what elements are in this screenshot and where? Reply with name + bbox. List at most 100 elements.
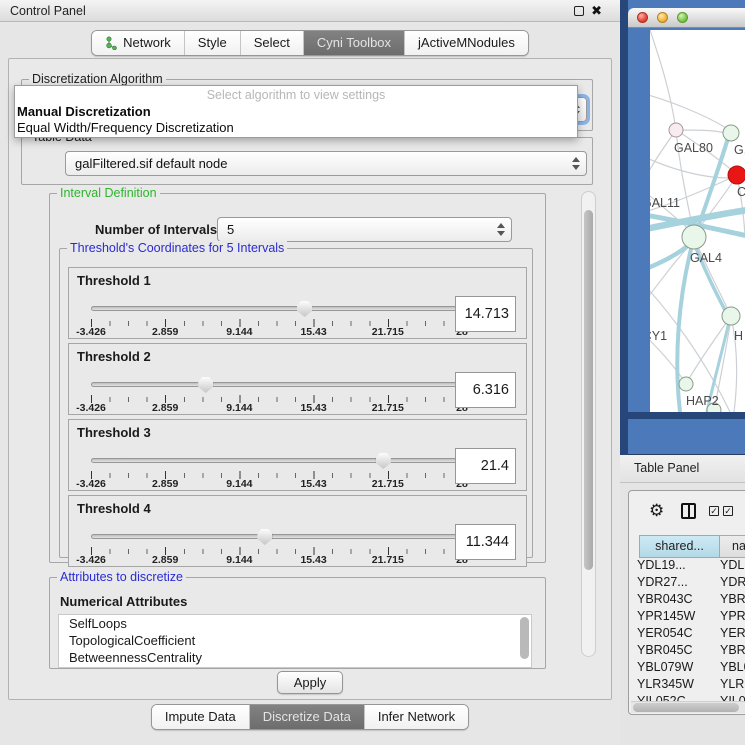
column-layout-icon[interactable] (681, 503, 696, 519)
table-row[interactable]: YDL19...YDL1 (629, 558, 745, 575)
slider-track[interactable] (91, 306, 461, 311)
gear-icon[interactable]: ⚙ (649, 501, 664, 521)
threshold-slider[interactable] (91, 377, 461, 393)
tick-labels: -3.4262.8599.14415.4321.71528 (91, 478, 462, 490)
threshold-slider[interactable] (91, 453, 461, 469)
thresholds-group: Threshold's Coordinates for 5 Intervals … (59, 248, 533, 558)
slider-track[interactable] (91, 382, 461, 387)
tab-jactivemnodules[interactable]: jActiveMNodules (404, 31, 528, 55)
cell-name[interactable]: YDR2 (716, 575, 745, 592)
cell-name[interactable]: YPR1 (716, 609, 745, 626)
cell-name[interactable]: YDL1 (716, 558, 745, 575)
slider-thumb[interactable] (376, 453, 391, 469)
table-row[interactable]: YDR27...YDR2 (629, 575, 745, 592)
threshold-value[interactable]: 11.344 (455, 524, 516, 560)
num-intervals-combo[interactable]: 5 (217, 217, 512, 242)
cell-name[interactable]: YBR0 (716, 643, 745, 660)
numerical-attributes-list[interactable]: SelfLoopsTopologicalCoefficientBetweenne… (58, 614, 532, 668)
tab-discretize-data[interactable]: Discretize Data (249, 705, 364, 729)
settings-scrollbar-thumb[interactable] (584, 210, 593, 570)
tab-network[interactable]: Network (92, 31, 184, 55)
tab-infer-network[interactable]: Infer Network (364, 705, 468, 729)
checkbox-icon[interactable]: ✓ (709, 506, 719, 516)
node-top-right[interactable] (723, 125, 739, 141)
cell-name[interactable]: YBR0 (716, 592, 745, 609)
tick-label: 21.715 (372, 554, 404, 566)
threshold-value[interactable]: 21.4 (455, 448, 516, 484)
dropdown-option-manual[interactable]: Manual Discretization (15, 104, 577, 120)
cell-shared-name[interactable]: YBR043C (629, 592, 716, 609)
slider-thumb[interactable] (297, 301, 312, 317)
close-traffic-light-icon[interactable] (637, 12, 648, 23)
cell-name[interactable]: YER0 (716, 626, 745, 643)
cell-shared-name[interactable]: YER054C (629, 626, 716, 643)
table-row[interactable]: YER054CYER0 (629, 626, 745, 643)
label-h-partial: H (734, 329, 743, 343)
close-icon[interactable]: ✖ (591, 5, 602, 16)
tab-network-label: Network (123, 35, 171, 50)
tick-labels: -3.4262.8599.14415.4321.71528 (91, 402, 462, 414)
slider-thumb[interactable] (257, 529, 272, 545)
table-row[interactable]: YBL079WYBL0 (629, 660, 745, 677)
cell-name[interactable]: YBL0 (716, 660, 745, 677)
threshold-value[interactable]: 6.316 (455, 372, 516, 408)
cell-shared-name[interactable]: YBL079W (629, 660, 716, 677)
settings-scrollbar[interactable] (581, 191, 596, 657)
tick-label: 2.859 (152, 478, 178, 490)
node-h[interactable] (722, 307, 740, 325)
threshold-value[interactable]: 14.713 (455, 296, 516, 332)
minimize-traffic-light-icon[interactable] (657, 12, 668, 23)
cell-shared-name[interactable]: YDR27... (629, 575, 716, 592)
cell-shared-name[interactable]: YPR145W (629, 609, 716, 626)
table-hscrollbar-thumb[interactable] (633, 703, 739, 712)
cell-shared-name[interactable]: YBR045C (629, 643, 716, 660)
dropdown-option-equal-width[interactable]: Equal Width/Frequency Discretization (15, 120, 577, 136)
table-hscrollbar[interactable] (631, 701, 745, 713)
cell-shared-name[interactable]: YLR345W (629, 677, 716, 694)
table-toolbar: ⚙ ✓ ✓ (629, 501, 745, 525)
threshold-slider[interactable] (91, 301, 461, 317)
threshold-slider[interactable] (91, 529, 461, 545)
tab-infer-network-label: Infer Network (378, 709, 455, 724)
table-data-combo[interactable]: galFiltered.sif default node (65, 151, 587, 176)
node-gal80[interactable] (669, 123, 683, 137)
slider-thumb[interactable] (198, 377, 213, 393)
network-window-titlebar[interactable] (628, 8, 745, 28)
tick-label: -3.426 (76, 402, 106, 414)
attribute-item[interactable]: SelfLoops (59, 615, 531, 632)
threshold-title: Threshold 1 (77, 273, 151, 288)
window-edge (620, 0, 628, 455)
attribute-item[interactable]: BetweennessCentrality (59, 649, 531, 666)
cell-name[interactable]: YLR3 (716, 677, 745, 694)
attributes-list-scrollbar[interactable] (520, 617, 529, 659)
tab-style[interactable]: Style (184, 31, 240, 55)
tab-impute-data[interactable]: Impute Data (152, 705, 249, 729)
table-data-combo-value: galFiltered.sif default node (75, 156, 227, 171)
tick-label: 21.715 (372, 478, 404, 490)
node-hap2[interactable] (679, 377, 693, 391)
node-red-selected[interactable] (728, 166, 745, 184)
zoom-traffic-light-icon[interactable] (677, 12, 688, 23)
attribute-item[interactable]: TopologicalCoefficient (59, 632, 531, 649)
tab-impute-data-label: Impute Data (165, 709, 236, 724)
tick-label: 9.144 (226, 326, 252, 338)
label-c-partial: C (737, 185, 745, 199)
table-row[interactable]: YBR045CYBR0 (629, 643, 745, 660)
tab-select[interactable]: Select (240, 31, 303, 55)
table-row[interactable]: YBR043CYBR0 (629, 592, 745, 609)
node-gal4[interactable] (682, 225, 706, 249)
slider-track[interactable] (91, 458, 461, 463)
cell-shared-name[interactable]: YDL19... (629, 558, 716, 575)
float-window-icon[interactable] (574, 6, 584, 16)
tab-cyni-toolbox[interactable]: Cyni Toolbox (303, 31, 404, 55)
network-canvas[interactable]: GAL80 G. C GAL11 GAL4 H GCY1 HAP2 (650, 30, 745, 412)
apply-button[interactable]: Apply (277, 671, 343, 694)
network-nodes[interactable] (650, 123, 745, 412)
column-header-name[interactable]: na (720, 535, 745, 558)
column-header-shared-name[interactable]: shared... (639, 535, 720, 558)
checkbox-icon[interactable]: ✓ (723, 506, 733, 516)
table-row[interactable]: YLR345WYLR3 (629, 677, 745, 694)
table-row[interactable]: YPR145WYPR1 (629, 609, 745, 626)
table-rows[interactable]: YDL19...YDL1YDR27...YDR2YBR043CYBR0YPR14… (629, 558, 745, 711)
slider-track[interactable] (91, 534, 461, 539)
